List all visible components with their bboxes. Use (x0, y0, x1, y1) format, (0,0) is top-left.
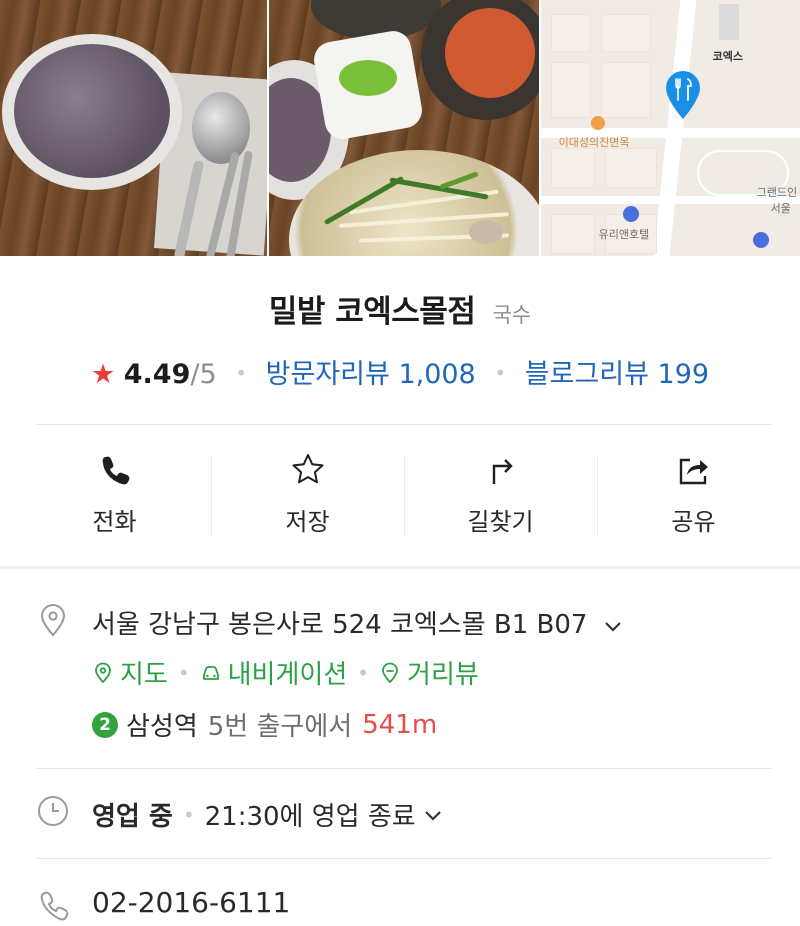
map-label-grand-seoul: 서울 (770, 202, 791, 215)
subway-distance: 541m (362, 709, 438, 740)
share-icon (679, 458, 708, 485)
place-title-row: 밀밭 코엑스몰점 국수 (0, 286, 800, 331)
map-block (600, 62, 651, 118)
map-pin-icon (666, 71, 700, 119)
visitor-reviews-label: 방문자리뷰 (265, 359, 390, 390)
address-row[interactable]: 서울 강남구 봉은사로 524 코엑스몰 B1 B07 (92, 604, 624, 641)
restaurant-icon (590, 116, 605, 130)
subway-info: 2 삼성역 5번 출구에서 541m (92, 706, 437, 743)
rating-star-icon: ★ (90, 359, 116, 390)
photo-rice (14, 44, 170, 178)
photo-kimchi (445, 8, 536, 98)
photo-strip[interactable]: 코엑스 이대성의진면목 유리앤호텔 그랜드인 서울 (0, 0, 800, 256)
chevron-down-icon[interactable] (422, 804, 444, 826)
separator-dot: • (494, 361, 507, 385)
phone-icon (102, 456, 129, 485)
divider (36, 858, 772, 859)
action-bar: 전화 저장 길찾기 공유 (18, 432, 790, 552)
address-links: 지도 • 내비게이션 • 거리뷰 (92, 654, 479, 691)
subway-station: 삼성역 (126, 712, 198, 742)
map-thumbnail[interactable]: 코엑스 이대성의진면목 유리앤호텔 그랜드인 서울 (540, 0, 800, 256)
place-name: 밀밭 코엑스몰점 (268, 294, 476, 330)
clock-icon (38, 796, 68, 826)
map-label-restaurant: 이대성의진면목 (558, 136, 630, 149)
map-label-coex: 코엑스 (712, 50, 744, 63)
star-outline-icon (292, 454, 323, 484)
map-block (550, 14, 591, 52)
separator-dot: • (182, 802, 195, 827)
business-hours-row[interactable]: 영업 중 • 21:30에 영업 종료 (92, 796, 444, 833)
car-icon (202, 665, 219, 680)
directions-button[interactable]: 길찾기 (404, 432, 597, 552)
section-separator (0, 566, 800, 569)
street-view-icon (382, 662, 398, 683)
subway-line-badge: 2 (92, 711, 118, 738)
closing-time: 21:30에 영업 종료 (204, 802, 416, 832)
divider (36, 424, 772, 425)
map-label-hotel: 유리앤호텔 (598, 228, 650, 241)
place-category: 국수 (492, 303, 532, 327)
call-button[interactable]: 전화 (18, 432, 211, 552)
visitor-reviews-count: 1,008 (398, 359, 476, 390)
share-label: 공유 (671, 508, 716, 536)
blog-reviews-link[interactable]: 블로그리뷰 199 (525, 359, 709, 390)
blog-reviews-count: 199 (657, 359, 710, 390)
chevron-down-icon[interactable] (602, 615, 624, 637)
photo-noodle-table[interactable] (269, 0, 539, 256)
visitor-reviews-link[interactable]: 방문자리뷰 1,008 (266, 359, 476, 390)
navigation-link[interactable]: 내비게이션 (200, 654, 348, 691)
map-link-label: 지도 (120, 660, 168, 690)
divider (36, 768, 772, 769)
map-label-grand: 그랜드인 (756, 186, 798, 199)
photo-spoon (192, 92, 250, 164)
blog-reviews-label: 블로그리뷰 (524, 359, 649, 390)
navigation-link-label: 내비게이션 (227, 660, 348, 690)
photo-green-pepper (339, 60, 398, 96)
separator-dot: • (235, 361, 248, 385)
map-link[interactable]: 지도 (92, 654, 168, 691)
rating-out-of: /5 (190, 359, 217, 390)
save-button[interactable]: 저장 (211, 432, 404, 552)
photo-rice-bowl[interactable] (0, 0, 268, 256)
separator-dot: • (177, 660, 190, 685)
map-block (600, 14, 651, 52)
map-building (718, 4, 739, 40)
address-text: 서울 강남구 봉은사로 524 코엑스몰 B1 B07 (92, 610, 588, 640)
location-pin-icon (40, 604, 66, 637)
map-block (550, 148, 595, 188)
map-block (550, 214, 595, 254)
hotel-icon (752, 232, 769, 248)
map-block (604, 148, 657, 188)
phone-outline-icon (40, 891, 69, 921)
directions-icon (492, 459, 513, 484)
directions-label: 길찾기 (467, 508, 534, 536)
street-view-link-label: 거리뷰 (407, 660, 479, 690)
share-button[interactable]: 공유 (597, 432, 790, 552)
save-label: 저장 (285, 508, 330, 536)
map-block (550, 62, 591, 118)
hotel-icon (622, 206, 639, 222)
street-view-link[interactable]: 거리뷰 (379, 654, 479, 691)
map-pin-small-icon (95, 662, 111, 683)
open-status: 영업 중 (92, 802, 173, 832)
separator-dot: • (357, 660, 370, 685)
rating-row: ★ 4.49/5 • 방문자리뷰 1,008 • 블로그리뷰 199 (0, 352, 800, 391)
call-label: 전화 (92, 508, 137, 536)
subway-exit: 5번 출구에서 (207, 712, 353, 742)
phone-number[interactable]: 02-2016-6111 (92, 886, 290, 919)
rating-score: 4.49 (123, 359, 191, 390)
